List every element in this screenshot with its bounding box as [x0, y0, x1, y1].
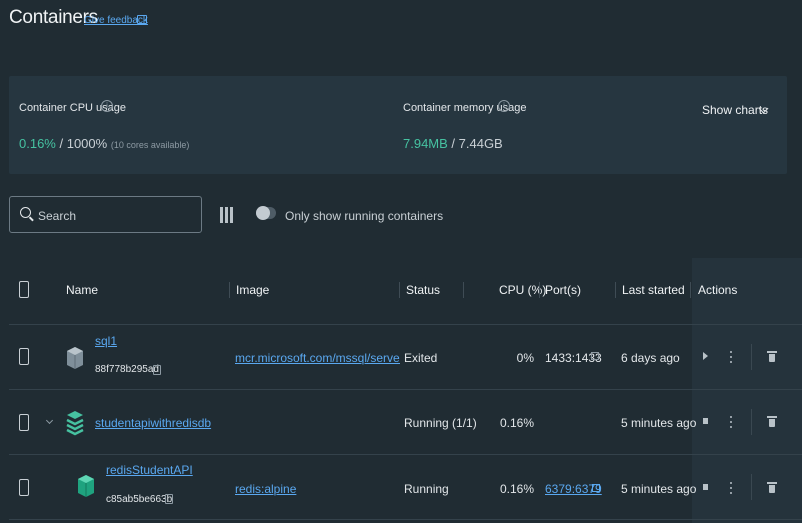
running-only-label: Only show running containers — [285, 209, 444, 223]
row-divider — [9, 324, 802, 325]
column-header-actions: Actions — [698, 283, 738, 297]
status-text: Running — [404, 482, 449, 496]
row-checkbox[interactable] — [19, 348, 29, 365]
cpu-info-icon[interactable]: i — [101, 100, 113, 112]
actions-divider — [751, 409, 752, 435]
container-id: c85ab5be663b — [106, 494, 173, 505]
column-header-ports[interactable]: Port(s) — [545, 283, 581, 297]
actions-divider — [751, 344, 752, 370]
stats-panel — [9, 76, 787, 174]
delete-icon[interactable] — [767, 351, 777, 362]
select-all-checkbox[interactable] — [19, 281, 29, 298]
more-options-icon[interactable] — [730, 351, 733, 363]
row-checkbox[interactable] — [19, 414, 29, 431]
delete-icon[interactable] — [767, 482, 777, 493]
column-divider[interactable] — [399, 282, 400, 298]
columns-icon[interactable] — [220, 207, 234, 223]
delete-icon[interactable] — [767, 416, 777, 427]
row-divider — [9, 454, 802, 455]
image-link[interactable]: redis:alpine — [235, 482, 296, 496]
running-container-icon — [78, 475, 94, 497]
feedback-icon[interactable] — [137, 15, 147, 24]
column-divider[interactable] — [463, 282, 464, 298]
external-link-icon[interactable] — [591, 352, 599, 360]
last-started-text: 6 days ago — [621, 351, 680, 365]
column-header-image[interactable]: Image — [236, 283, 269, 297]
container-icon — [67, 347, 83, 369]
memory-total: / 7.44GB — [447, 136, 503, 151]
show-charts-button[interactable]: Show charts — [702, 103, 768, 117]
row-checkbox[interactable] — [19, 479, 29, 496]
start-icon[interactable] — [703, 352, 708, 360]
stop-icon[interactable] — [703, 484, 708, 490]
column-divider[interactable] — [615, 282, 616, 298]
toggle-knob[interactable] — [256, 206, 270, 220]
memory-info-icon[interactable]: i — [498, 100, 510, 112]
column-divider[interactable] — [690, 282, 691, 298]
memory-usage-value: 7.94MB / 7.44GB — [403, 136, 503, 151]
last-started-text: 5 minutes ago — [621, 416, 697, 430]
expand-chevron-icon[interactable] — [45, 416, 54, 425]
status-text: Running (1/1) — [404, 416, 477, 430]
container-id: 88f778b295ad — [95, 364, 159, 375]
memory-used: 7.94MB — [403, 136, 448, 151]
search-placeholder: Search — [38, 209, 77, 223]
row-divider — [9, 389, 802, 390]
copy-icon[interactable] — [165, 494, 173, 504]
cpu-total: / 1000% — [55, 136, 108, 151]
column-divider[interactable] — [539, 282, 540, 298]
cpu-value: 0.16% — [500, 482, 535, 496]
cpu-value: 0.16% — [500, 416, 535, 430]
stop-icon[interactable] — [703, 418, 708, 424]
cpu-note: (10 cores available) — [110, 140, 190, 150]
image-link[interactable]: mcr.microsoft.com/mssql/server:2022-l — [235, 351, 400, 365]
container-name-link[interactable]: redisStudentAPI — [106, 463, 193, 477]
column-header-status[interactable]: Status — [406, 283, 440, 297]
status-text: Exited — [404, 351, 438, 365]
container-name-link[interactable]: sql1 — [95, 334, 117, 348]
row-divider — [9, 519, 802, 520]
column-divider[interactable] — [229, 282, 230, 298]
actions-column-background — [692, 258, 802, 523]
last-started-text: 5 minutes ago — [621, 482, 697, 496]
copy-icon[interactable] — [153, 365, 161, 375]
external-link-icon[interactable] — [592, 484, 600, 492]
cpu-used: 0.16% — [19, 136, 56, 151]
more-options-icon[interactable] — [730, 482, 733, 494]
actions-divider — [751, 474, 752, 500]
more-options-icon[interactable] — [730, 416, 733, 428]
compose-project-link[interactable]: studentapiwithredisdb — [95, 416, 211, 430]
column-header-name[interactable]: Name — [66, 283, 98, 297]
column-header-last-started[interactable]: Last started — [622, 283, 685, 297]
cpu-usage-value: 0.16% / 1000% (10 cores available) — [19, 136, 189, 151]
compose-stack-icon — [66, 411, 84, 436]
cpu-value: 0% — [516, 351, 534, 365]
